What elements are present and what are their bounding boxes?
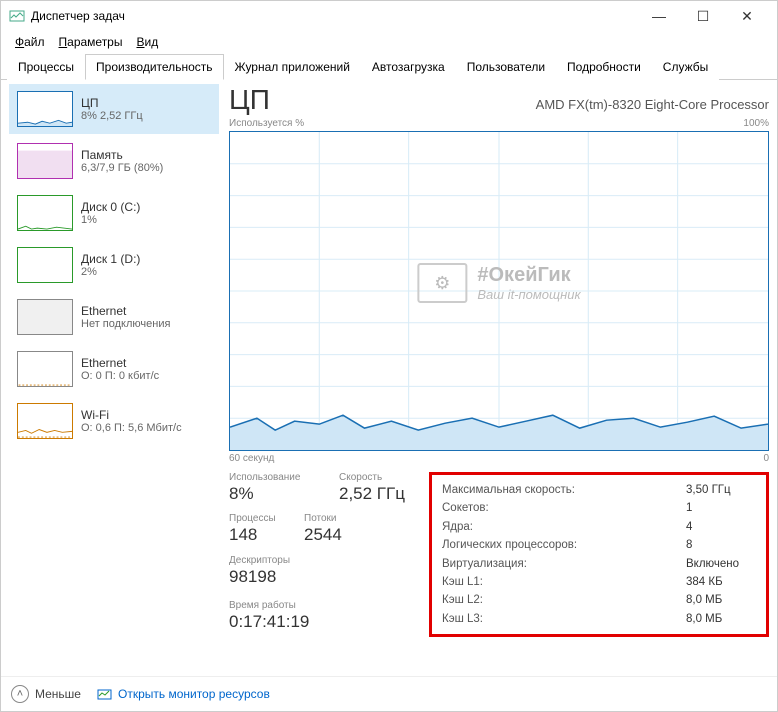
stats-row: Использование8% Скорость2,52 ГГц Процесс… bbox=[229, 472, 769, 637]
tab-services[interactable]: Службы bbox=[652, 54, 719, 80]
content: ЦП8% 2,52 ГГц Память6,3/7,9 ГБ (80%) Дис… bbox=[1, 80, 777, 676]
speed-value: 2,52 ГГц bbox=[339, 484, 405, 504]
tab-startup[interactable]: Автозагрузка bbox=[361, 54, 456, 80]
spec-sockets: 1 bbox=[686, 499, 756, 517]
ethernet-thumb-icon bbox=[17, 351, 73, 387]
menu-view[interactable]: Вид bbox=[130, 33, 164, 51]
tab-performance[interactable]: Производительность bbox=[85, 54, 223, 80]
main-title: ЦП bbox=[229, 84, 270, 116]
x-axis-right: 0 bbox=[763, 453, 769, 464]
sidebar-item-ethernet1[interactable]: EthernetО: 0 П: 0 кбит/с bbox=[9, 344, 219, 394]
cpu-usage-chart[interactable]: ⚙ #ОкейГикВаш it-помощник bbox=[229, 131, 769, 451]
task-manager-window: Диспетчер задач — ☐ ✕ Файл Параметры Вид… bbox=[0, 0, 778, 712]
bottom-bar: ˄ Меньше Открыть монитор ресурсов bbox=[1, 676, 777, 711]
menu-file[interactable]: Файл bbox=[9, 33, 51, 51]
handles-value: 98198 bbox=[229, 567, 290, 587]
sidebar: ЦП8% 2,52 ГГц Память6,3/7,9 ГБ (80%) Дис… bbox=[9, 84, 219, 670]
specs-box: Максимальная скорость:3,50 ГГц Сокетов:1… bbox=[429, 472, 769, 637]
menubar: Файл Параметры Вид bbox=[1, 31, 777, 53]
titlebar[interactable]: Диспетчер задач — ☐ ✕ bbox=[1, 1, 777, 31]
sidebar-item-label: ЦП bbox=[81, 96, 143, 110]
watermark: ⚙ #ОкейГикВаш it-помощник bbox=[417, 263, 580, 303]
app-icon bbox=[9, 8, 25, 24]
sidebar-item-memory[interactable]: Память6,3/7,9 ГБ (80%) bbox=[9, 136, 219, 186]
processes-value: 148 bbox=[229, 525, 284, 545]
spec-cores: 4 bbox=[686, 518, 756, 536]
main-panel: ЦП AMD FX(tm)-8320 Eight-Core Processor … bbox=[229, 84, 769, 670]
spec-lprocs: 8 bbox=[686, 536, 756, 554]
spec-maxspeed: 3,50 ГГц bbox=[686, 481, 756, 499]
spec-l3: 8,0 МБ bbox=[686, 610, 756, 628]
cpu-thumb-icon bbox=[17, 91, 73, 127]
x-axis-left: 60 секунд bbox=[229, 453, 274, 464]
window-title: Диспетчер задач bbox=[31, 9, 637, 23]
tabs: Процессы Производительность Журнал прило… bbox=[1, 53, 777, 80]
tab-apphistory[interactable]: Журнал приложений bbox=[224, 54, 361, 80]
maximize-button[interactable]: ☐ bbox=[681, 2, 725, 30]
usage-value: 8% bbox=[229, 484, 319, 504]
tab-users[interactable]: Пользователи bbox=[456, 54, 556, 80]
y-axis-label: Используется % bbox=[229, 118, 304, 129]
sidebar-item-disk1[interactable]: Диск 1 (D:)2% bbox=[9, 240, 219, 290]
wifi-thumb-icon bbox=[17, 403, 73, 439]
close-button[interactable]: ✕ bbox=[725, 2, 769, 30]
tab-processes[interactable]: Процессы bbox=[7, 54, 85, 80]
cpu-name: AMD FX(tm)-8320 Eight-Core Processor bbox=[536, 97, 769, 112]
spec-l1: 384 КБ bbox=[686, 573, 756, 591]
disk-thumb-icon bbox=[17, 247, 73, 283]
threads-value: 2544 bbox=[304, 525, 349, 545]
uptime-value: 0:17:41:19 bbox=[229, 612, 419, 632]
watermark-icon: ⚙ bbox=[417, 263, 467, 303]
sidebar-item-wifi[interactable]: Wi-FiО: 0,6 П: 5,6 Мбит/с bbox=[9, 396, 219, 446]
spec-virt: Включено bbox=[686, 555, 756, 573]
chevron-up-icon: ˄ bbox=[11, 685, 29, 703]
disk-thumb-icon bbox=[17, 195, 73, 231]
y-axis-max: 100% bbox=[743, 118, 769, 129]
ethernet-thumb-icon bbox=[17, 299, 73, 335]
menu-options[interactable]: Параметры bbox=[53, 33, 129, 51]
sidebar-item-cpu[interactable]: ЦП8% 2,52 ГГц bbox=[9, 84, 219, 134]
sidebar-item-ethernet0[interactable]: EthernetНет подключения bbox=[9, 292, 219, 342]
open-resource-monitor-link[interactable]: Открыть монитор ресурсов bbox=[97, 687, 270, 702]
tab-details[interactable]: Подробности bbox=[556, 54, 652, 80]
sidebar-item-disk0[interactable]: Диск 0 (C:)1% bbox=[9, 188, 219, 238]
resource-monitor-icon bbox=[97, 687, 112, 702]
fewer-details-button[interactable]: ˄ Меньше bbox=[11, 685, 81, 703]
spec-l2: 8,0 МБ bbox=[686, 591, 756, 609]
memory-thumb-icon bbox=[17, 143, 73, 179]
minimize-button[interactable]: — bbox=[637, 2, 681, 30]
